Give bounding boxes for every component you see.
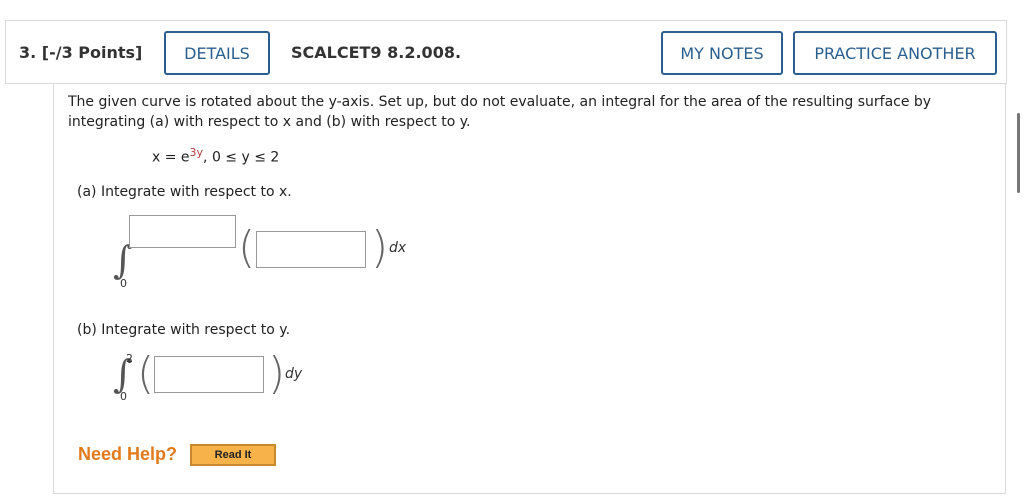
part-b-label: (b) Integrate with respect to y. (77, 322, 291, 338)
equation-exponent: 3y (189, 146, 204, 159)
close-paren-b: ) (268, 348, 286, 399)
integrand-a-input[interactable] (256, 231, 366, 268)
read-it-button[interactable]: Read It (190, 444, 276, 466)
equation-range: , 0 ≤ y ≤ 2 (203, 149, 280, 166)
curve-equation: x = e3y, 0 ≤ y ≤ 2 (152, 146, 279, 166)
scrollbar-thumb[interactable] (1017, 113, 1020, 193)
differential-a: dx (389, 240, 407, 256)
integrand-b-input[interactable] (154, 356, 264, 393)
need-help-label: Need Help? (78, 444, 178, 464)
practice-another-button[interactable]: PRACTICE ANOTHER (793, 31, 997, 75)
lower-limit-a: 0 (120, 277, 127, 290)
details-button[interactable]: DETAILS (164, 31, 270, 75)
upper-limit-a-input[interactable] (129, 215, 236, 248)
question-code: SCALCET9 8.2.008. (291, 43, 462, 62)
part-a-label: (a) Integrate with respect to x. (77, 184, 292, 200)
problem-prompt: The given curve is rotated about the y-a… (68, 94, 932, 130)
open-paren-a: ( (238, 222, 256, 273)
open-paren-b: ( (137, 348, 155, 399)
equation-lhs: x = e (152, 149, 190, 166)
close-paren-a: ) (371, 222, 389, 273)
upper-limit-b: 2 (126, 352, 133, 365)
question-header: 3. [-/3 Points] DETAILS SCALCET9 8.2.008… (5, 20, 1007, 84)
differential-b: dy (285, 366, 303, 382)
my-notes-button[interactable]: MY NOTES (661, 31, 783, 75)
question-number: 3. [-/3 Points] (19, 43, 143, 62)
lower-limit-b: 0 (120, 390, 127, 403)
